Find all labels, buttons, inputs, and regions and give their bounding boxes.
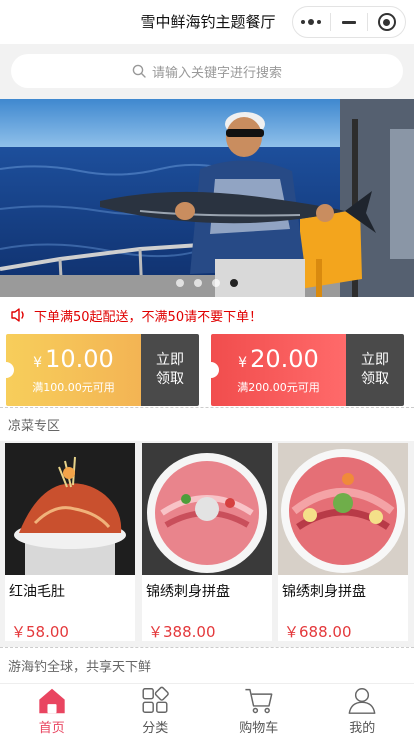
product-name: 红油毛肚	[9, 584, 65, 600]
user-icon	[348, 687, 376, 714]
coupon-list: ¥10.00 满100.00元可用 立即 领取 ¥20.00 满200.00元可…	[0, 333, 414, 407]
claim-label-line2: 领取	[156, 371, 184, 387]
banner-image	[0, 99, 414, 297]
tab-label: 分类	[142, 721, 169, 736]
carousel-indicators	[0, 279, 414, 287]
claim-coupon-button[interactable]: 立即 领取	[346, 334, 404, 406]
banner-carousel[interactable]	[0, 99, 414, 297]
claim-label-line1: 立即	[156, 352, 184, 368]
top-bar: 雪中鲜海钓主题餐厅	[0, 0, 414, 44]
speaker-icon	[11, 308, 24, 322]
tab-category[interactable]: 分类	[104, 684, 208, 736]
claim-coupon-button[interactable]: 立即 领取	[141, 334, 199, 406]
claim-label-line1: 立即	[361, 352, 389, 368]
product-price: ￥58.00	[11, 623, 69, 641]
product-grid: 红油毛肚 ￥58.00 锦绣刺身拼盘 ￥388.00 锦绣刺身拼盘 ￥688.0…	[0, 441, 414, 647]
notice-text: 下单满50起配送，不满50请不要下单！	[34, 309, 263, 325]
product-name: 锦绣刺身拼盘	[146, 584, 230, 600]
product-image	[5, 443, 135, 575]
coupon-amount: 10.00	[45, 345, 114, 373]
search-icon	[132, 64, 146, 78]
carousel-dot[interactable]	[212, 279, 220, 287]
product-name: 锦绣刺身拼盘	[282, 584, 366, 600]
minimize-icon	[342, 20, 356, 24]
search-placeholder: 请输入关键字进行搜索	[151, 65, 282, 81]
category-icon	[142, 686, 170, 714]
tab-profile[interactable]: 我的	[311, 684, 414, 736]
more-menu-button[interactable]	[293, 7, 330, 37]
product-image	[278, 443, 408, 575]
notice-bar: 下单满50起配送，不满50请不要下单！	[0, 297, 414, 333]
bottom-tab-bar: 首页 分类 购物车 我的	[0, 683, 414, 736]
tab-label: 购物车	[239, 721, 279, 736]
target-close-icon	[377, 13, 396, 31]
carousel-dot-active[interactable]	[230, 279, 238, 287]
tab-label: 首页	[38, 721, 65, 736]
slogan-text: 游海钓全球，共享天下鲜	[0, 647, 414, 683]
product-price: ￥688.00	[284, 623, 352, 641]
tab-home[interactable]: 首页	[0, 684, 104, 736]
more-dots-icon	[301, 19, 322, 25]
tab-label: 我的	[349, 721, 376, 736]
product-card[interactable]: 锦绣刺身拼盘 ￥688.00	[278, 443, 408, 641]
product-price: ￥388.00	[148, 623, 216, 641]
product-card[interactable]: 红油毛肚 ￥58.00	[5, 443, 135, 641]
carousel-dot[interactable]	[176, 279, 184, 287]
coupon-card: ¥20.00 满200.00元可用 立即 领取	[211, 334, 404, 406]
claim-label-line2: 领取	[361, 371, 389, 387]
mini-program-capsule	[292, 6, 406, 38]
carousel-dot[interactable]	[194, 279, 202, 287]
product-card[interactable]: 锦绣刺身拼盘 ￥388.00	[142, 443, 272, 641]
product-image	[142, 443, 272, 575]
coupon-amount: 20.00	[250, 345, 319, 373]
search-input[interactable]: 请输入关键字进行搜索	[11, 54, 403, 88]
currency-symbol: ¥	[33, 355, 43, 371]
tab-cart[interactable]: 购物车	[207, 684, 311, 736]
coupon-condition: 满100.00元可用	[32, 381, 115, 394]
minimize-button[interactable]	[331, 7, 368, 37]
coupon-amount-area: ¥20.00 满200.00元可用	[211, 334, 346, 406]
search-area: 请输入关键字进行搜索	[0, 44, 414, 99]
close-miniprogram-button[interactable]	[368, 7, 405, 37]
section-title: 凉菜专区	[0, 407, 414, 441]
coupon-condition: 满200.00元可用	[237, 381, 320, 394]
currency-symbol: ¥	[238, 355, 248, 371]
coupon-card: ¥10.00 满100.00元可用 立即 领取	[6, 334, 199, 406]
coupon-amount-area: ¥10.00 满100.00元可用	[6, 334, 141, 406]
home-icon	[39, 688, 65, 714]
cart-icon	[245, 688, 273, 714]
